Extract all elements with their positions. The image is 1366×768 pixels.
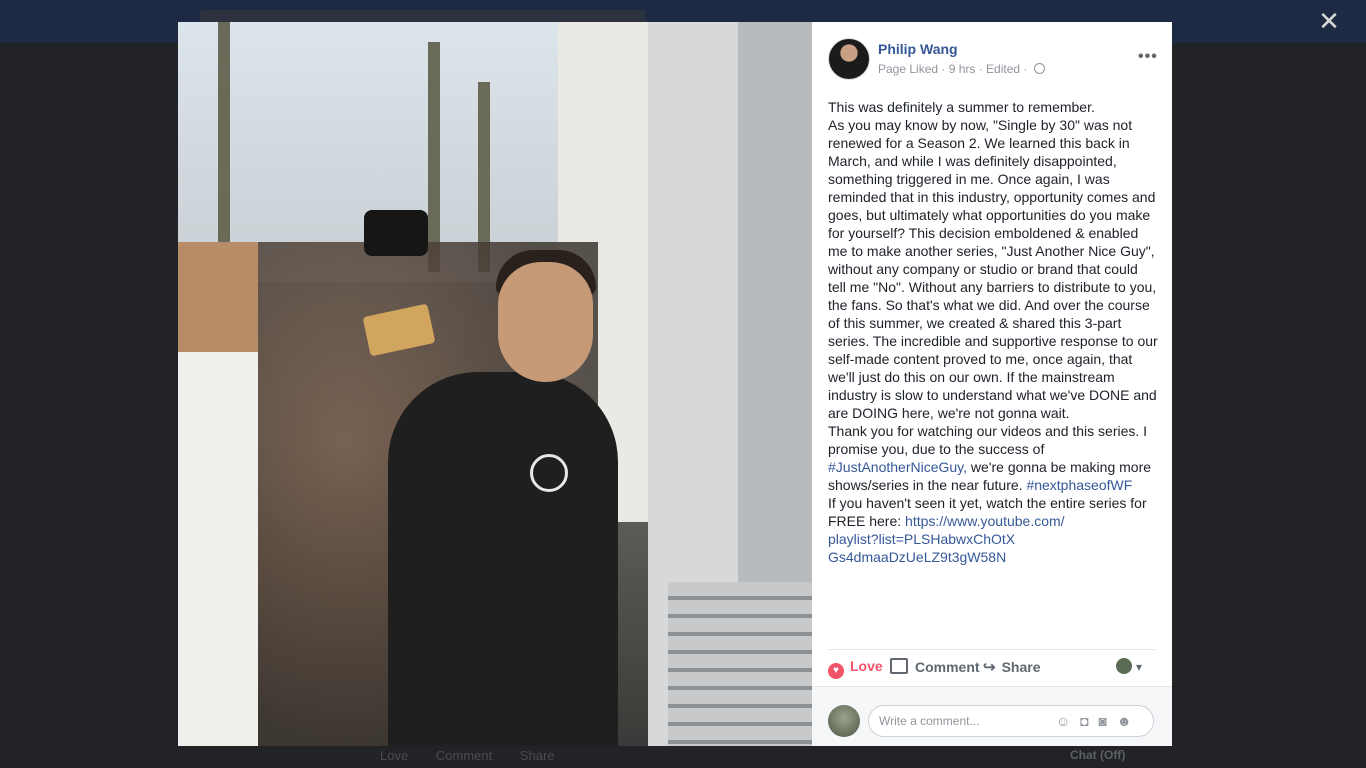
share-icon: ↪ (983, 659, 996, 676)
post-paragraph: Thank you for watching our videos and th… (828, 422, 1158, 494)
comment-composer: ☺ ◘ ◙ ☻ (812, 687, 1172, 746)
sticker-icon[interactable]: ☻ (1117, 713, 1132, 729)
photo-person-left (178, 242, 258, 746)
background-post-actions: Love Comment Share (380, 748, 1140, 768)
post-panel: Philip Wang Page Liked · 9 hrs · Edited … (812, 22, 1172, 746)
post-meta-text: Page Liked · 9 hrs · Edited · (878, 62, 1028, 76)
author-name[interactable]: Philip Wang (878, 41, 958, 57)
comment-icon (890, 658, 908, 674)
comment-button[interactable]: Comment (890, 658, 980, 675)
love-button[interactable]: ♥ Love (828, 658, 883, 679)
close-icon[interactable]: ✕ (1316, 8, 1342, 34)
hashtag-link[interactable]: #nextphaseofWF (1026, 477, 1132, 493)
post-text: This was definitely a summer to remember… (828, 98, 1158, 566)
author-avatar[interactable] (828, 38, 870, 80)
youtube-link[interactable]: https://www.youtube.com/ (905, 513, 1065, 529)
share-button[interactable]: ↪ Share (983, 658, 1041, 676)
viewer-avatar (828, 705, 860, 737)
youtube-link[interactable]: Gs4dmaaDzUeLZ9t3gW58N (828, 549, 1006, 565)
heart-icon: ♥ (828, 663, 844, 679)
gif-icon[interactable]: ◙ (1099, 713, 1107, 729)
photo-shirt-logo (530, 454, 568, 492)
post-actions: ♥ Love Comment ↪ Share ▾ (828, 656, 1158, 680)
background-chat-label: Chat (Off) (1070, 748, 1126, 762)
divider (828, 649, 1156, 650)
emoji-icon[interactable]: ☺ (1056, 713, 1070, 729)
chevron-down-icon: ▾ (1136, 660, 1143, 674)
hashtag-link[interactable]: #JustAnotherNiceGuy, (828, 459, 967, 475)
photo-palm (428, 42, 440, 272)
photo-person-shirt (388, 372, 618, 746)
post-paragraph: If you haven't seen it yet, watch the en… (828, 494, 1158, 566)
globe-icon (1033, 63, 1045, 74)
post-as-selector[interactable]: ▾ (1116, 658, 1142, 674)
background-love: Love (380, 748, 409, 763)
thanks-text: Thank you for watching our videos and th… (828, 423, 1148, 457)
comment-tools: ☺ ◘ ◙ ☻ (1056, 713, 1138, 729)
camera-icon[interactable]: ◘ (1080, 713, 1088, 729)
photo-stairs (668, 582, 812, 746)
post-paragraph: This was definitely a summer to remember… (828, 99, 1095, 115)
comment-label: Comment (915, 659, 980, 675)
post-meta: Page Liked · 9 hrs · Edited · (878, 62, 1045, 76)
post-photo[interactable] (178, 22, 812, 746)
more-options-button[interactable]: ••• (1138, 48, 1158, 66)
post-paragraph: As you may know by now, "Single by 30" w… (828, 117, 1158, 421)
love-label: Love (850, 658, 883, 674)
photo-person-face (498, 262, 593, 382)
photo-palm (218, 22, 230, 262)
photo-camera (364, 210, 428, 256)
viewer-avatar (1116, 658, 1132, 674)
background-share: Share (519, 748, 555, 763)
background-comment: Comment (435, 748, 493, 763)
share-label: Share (1001, 659, 1041, 675)
youtube-link[interactable]: playlist?list=PLSHabwxChOtX (828, 531, 1015, 547)
